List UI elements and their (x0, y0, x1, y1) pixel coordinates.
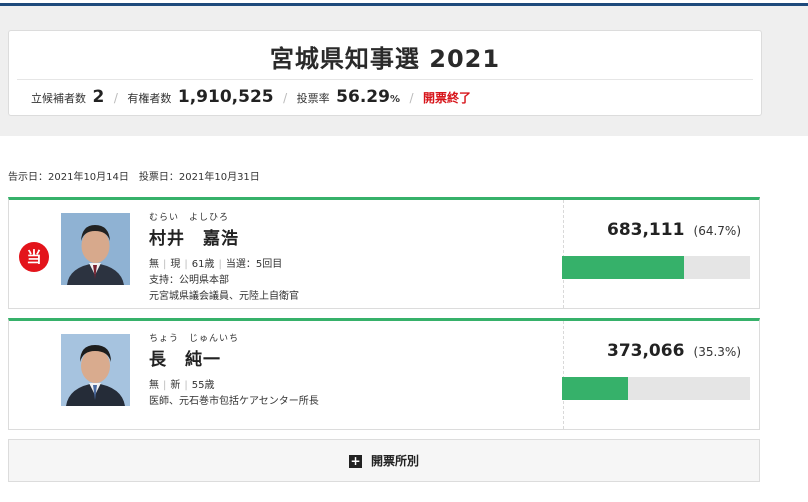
turnout-label: 投票率 (296, 92, 330, 105)
vote-count: 683,111 (606, 220, 685, 240)
candidate-profile: 無 | 新 | 55歳 (149, 376, 214, 391)
candidate-age: 61歳 (191, 259, 215, 270)
candidate-party: 無 (149, 259, 159, 270)
vote-result: 683,111 (64.7%) (607, 220, 741, 240)
turnout-unit: % (389, 94, 400, 105)
card-divider (563, 321, 564, 429)
candidate-kana: むらい よしひろ (149, 213, 230, 223)
candidate-age: 55歳 (191, 380, 215, 391)
card-divider (563, 200, 564, 308)
count-status-badge: 開票終了 (423, 91, 472, 105)
vote-share-fill (562, 377, 629, 400)
candidate-incumbency: 現 (170, 259, 181, 270)
electorate-label: 有権者数 (127, 92, 172, 105)
stat-separator: / (283, 91, 288, 105)
meta-separator: | (163, 380, 167, 391)
candidate-card: ちょう じゅんいち 長 純一 無 | 新 | 55歳 医師、元石巻市包括ケアセンター所長… (8, 318, 760, 430)
candidate-incumbency: 新 (170, 380, 181, 391)
page-title: 宮城県知事選 2021 (269, 45, 501, 73)
winner-badge: 当 (19, 242, 49, 272)
vote-share-bar (562, 256, 750, 279)
election-stats: 立候補者数 2 / 有権者数 1,910,525 / 投票率 56.29% / … (31, 87, 471, 107)
candidate-name: 村井 嘉浩 (149, 229, 239, 249)
vote-result: 373,066 (35.3%) (607, 341, 741, 361)
plus-icon: + (348, 454, 362, 468)
electorate-value: 1,910,525 (177, 87, 274, 107)
candidates-count-value: 2 (92, 87, 105, 107)
election-summary-card: 宮城県知事選 2021 立候補者数 2 / 有権者数 1,910,525 / 投… (8, 30, 762, 116)
candidate-wins: 当選：5回目 (225, 259, 283, 270)
meta-separator: | (163, 259, 167, 270)
candidate-photo (61, 213, 130, 285)
meta-separator: | (184, 259, 188, 270)
turnout-value: 56.29 (336, 87, 390, 107)
candidates-count-label: 立候補者数 (31, 92, 86, 105)
candidate-career: 医師、元石巻市包括ケアセンター所長 (149, 396, 319, 407)
meta-separator: | (218, 259, 222, 270)
stat-separator: / (113, 91, 118, 105)
vote-share-fill (562, 256, 684, 279)
candidate-support: 支持：公明県本部 (149, 275, 229, 286)
candidate-photo (61, 334, 130, 406)
vote-share-bar (562, 377, 750, 400)
candidate-career: 元宮城県議会議員、元陸上自衛官 (149, 291, 299, 302)
stat-separator: / (409, 91, 414, 105)
election-dates: 告示日：2021年10月14日 投票日：2021年10月31日 (8, 172, 260, 183)
candidate-name: 長 純一 (149, 350, 221, 370)
vote-count: 373,066 (606, 341, 685, 361)
tally-button-label: 開票所別 (370, 454, 419, 468)
candidate-kana: ちょう じゅんいち (149, 334, 240, 344)
summary-divider (17, 79, 753, 80)
vote-share: (35.3%) (693, 345, 741, 359)
tally-by-office-button[interactable]: + 開票所別 (8, 439, 760, 482)
vote-share: (64.7%) (693, 224, 741, 238)
candidate-card: 当 むらい よしひろ 村井 嘉浩 無 | 現 | 61歳 | 当選：5回目 支持：公明県本部… (8, 197, 760, 309)
candidate-profile: 無 | 現 | 61歳 | 当選：5回目 (149, 255, 282, 270)
meta-separator: | (184, 380, 188, 391)
candidate-party: 無 (149, 380, 159, 391)
